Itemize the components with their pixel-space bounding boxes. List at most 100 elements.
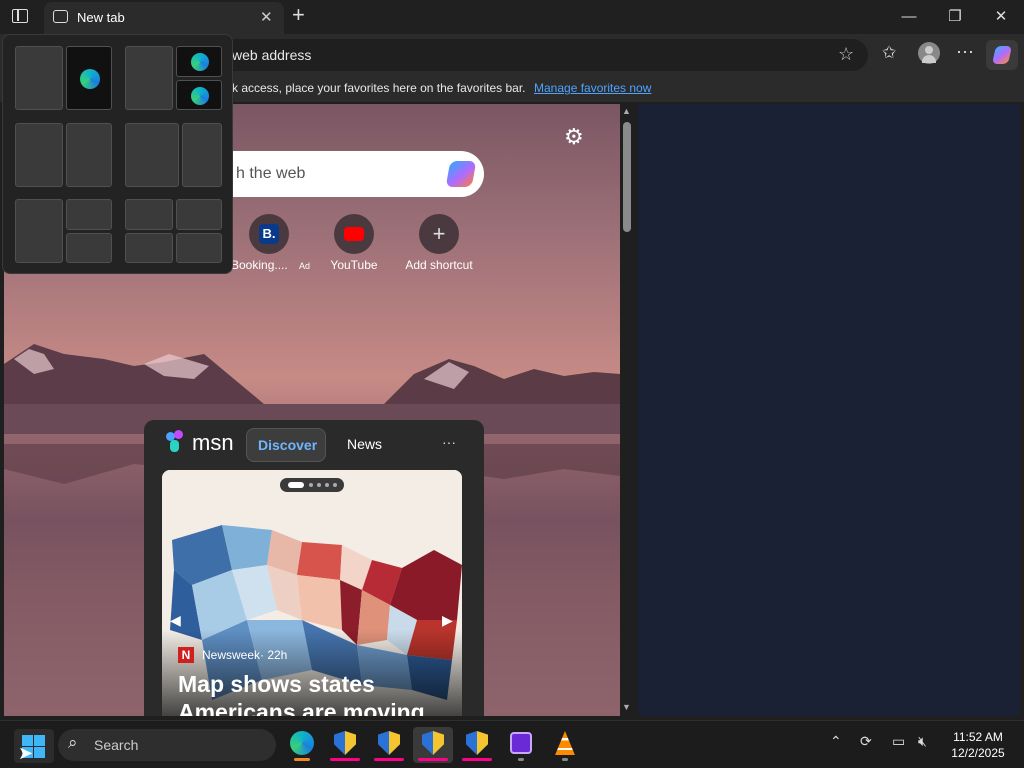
snap-zone[interactable]	[125, 233, 173, 263]
tab-discover[interactable]: Discover	[246, 428, 326, 462]
shortcut-add[interactable]: + Add shortcut	[399, 214, 479, 272]
snap-zone[interactable]	[15, 123, 63, 187]
scroll-down-icon[interactable]: ▼	[622, 702, 631, 712]
snap-zone[interactable]	[176, 199, 222, 230]
taskbar-shield-app-1[interactable]	[325, 727, 365, 763]
close-window-button[interactable]: ✕	[978, 0, 1024, 34]
snap-zone[interactable]	[182, 123, 222, 187]
snap-zone[interactable]	[125, 46, 173, 110]
title-bar: New tab ✕ + — ❐ ✕	[0, 0, 1024, 34]
taskbar: ➤ ⌕ Search ⌃ ⟳ ▭ 🔇︎ 11:52 AM 12/2/2025	[0, 720, 1024, 768]
shield-icon	[466, 731, 488, 755]
ad-badge: Ad	[299, 261, 311, 271]
snap-zone[interactable]	[176, 233, 222, 263]
shield-icon	[422, 731, 444, 755]
snap-zone[interactable]	[15, 46, 63, 110]
shield-icon	[334, 731, 356, 755]
taskbar-shield-app-3[interactable]	[413, 727, 453, 763]
edge-icon	[191, 53, 209, 71]
favorites-icon[interactable]: ✩	[882, 43, 896, 63]
vlc-cone-icon	[555, 731, 575, 755]
taskbar-search[interactable]: ⌕ Search	[58, 729, 276, 761]
carousel-prev-icon[interactable]: ◀	[170, 612, 181, 629]
taskbar-shield-app-2[interactable]	[369, 727, 409, 763]
carousel-dots[interactable]	[280, 478, 344, 492]
msn-logo-icon	[166, 430, 188, 452]
new-tab-plus-icon[interactable]: +	[292, 2, 305, 28]
tab-news[interactable]: News	[347, 436, 382, 452]
tab-discover-label: Discover	[258, 437, 318, 453]
tab-title: New tab	[77, 10, 125, 25]
youtube-icon	[334, 214, 374, 254]
msn-more-button[interactable]: ···	[442, 434, 456, 450]
page-scrollbar[interactable]: ▲ ▼	[620, 104, 634, 716]
sync-icon[interactable]: ⟳	[860, 733, 872, 750]
search-icon: ⌕	[68, 733, 78, 752]
edge-icon	[80, 69, 100, 89]
headline-line-2: Americans are moving	[178, 699, 425, 716]
web-search-box[interactable]: h the web	[214, 151, 484, 197]
headline-line-1: Map shows states	[178, 671, 375, 697]
favorite-star-icon[interactable]: ☆	[838, 44, 854, 65]
snap-zone[interactable]	[66, 199, 112, 230]
clock[interactable]: 11:52 AM 12/2/2025	[940, 729, 1016, 761]
shortcut-label: Add shortcut	[405, 258, 473, 272]
taskbar-chip-app[interactable]	[501, 727, 541, 763]
booking-icon: B.	[249, 214, 289, 254]
manage-favorites-link[interactable]: Manage favorites now	[534, 81, 651, 95]
search-placeholder: h the web	[236, 165, 306, 182]
scroll-thumb[interactable]	[623, 122, 631, 232]
address-placeholder: web address	[232, 47, 312, 63]
snap-zone[interactable]	[15, 199, 63, 263]
snap-layouts-flyout	[2, 34, 233, 274]
snap-zone[interactable]	[176, 80, 222, 110]
shortcut-booking[interactable]: B. Booking.... Ad	[229, 214, 311, 272]
tab-new-tab[interactable]: New tab ✕	[44, 2, 284, 34]
show-hidden-icons-chevron-icon[interactable]: ⌃	[830, 733, 842, 750]
tab-actions-icon[interactable]	[12, 9, 28, 23]
favorites-hint: k access, place your favorites here on t…	[232, 81, 526, 95]
page-settings-gear-icon[interactable]: ⚙	[564, 124, 584, 150]
volume-muted-icon[interactable]: 🔇︎	[918, 733, 927, 750]
news-card[interactable]: ◀ ▶ N Newsweek · 22h Map shows states Am…	[162, 470, 462, 716]
taskbar-edge-button[interactable]	[282, 727, 322, 763]
maximize-button[interactable]: ❐	[932, 0, 978, 34]
more-options-icon[interactable]: ⋯	[956, 42, 974, 63]
chip-icon	[510, 732, 532, 754]
taskbar-search-placeholder: Search	[94, 737, 139, 753]
clock-time: 11:52 AM	[953, 730, 1003, 744]
scroll-up-icon[interactable]: ▲	[622, 106, 631, 116]
shortcut-youtube[interactable]: YouTube	[314, 214, 394, 272]
taskbar-vlc-app[interactable]	[545, 727, 585, 763]
snap-zone[interactable]	[66, 123, 112, 187]
news-age: · 22h	[260, 648, 288, 662]
edge-icon	[290, 731, 314, 755]
snap-zone[interactable]	[66, 233, 112, 263]
carousel-next-icon[interactable]: ▶	[442, 612, 453, 629]
minimize-button[interactable]: —	[886, 0, 932, 34]
newsweek-logo-icon: N	[178, 647, 194, 663]
shortcut-label: YouTube	[330, 258, 378, 272]
snap-zone[interactable]	[176, 46, 222, 77]
snap-zone[interactable]	[125, 199, 173, 230]
mouse-cursor-icon: ➤	[18, 743, 34, 763]
snap-zone[interactable]	[125, 123, 179, 187]
taskbar-shield-app-4[interactable]	[457, 727, 497, 763]
close-tab-icon[interactable]: ✕	[260, 8, 273, 26]
network-icon[interactable]: ▭	[892, 733, 905, 750]
news-source: Newsweek	[202, 648, 261, 662]
news-headline[interactable]: Map shows states Americans are moving	[178, 670, 425, 716]
msn-brand: msn	[192, 430, 234, 455]
msn-feed: msn Discover News ··· ◀ ▶ N Newsweek · 2…	[144, 420, 484, 716]
plus-icon: +	[419, 214, 459, 254]
copilot-search-icon[interactable]	[445, 161, 477, 187]
shield-icon	[378, 731, 400, 755]
clock-date: 12/2/2025	[951, 746, 1005, 760]
edge-icon	[191, 87, 209, 105]
snap-empty-pane	[638, 104, 1020, 716]
new-tab-icon	[53, 10, 68, 23]
snap-zone-current[interactable]	[66, 46, 112, 110]
shortcut-label: Booking....	[231, 258, 288, 272]
copilot-icon[interactable]	[986, 40, 1018, 70]
profile-avatar-icon[interactable]	[918, 42, 940, 64]
